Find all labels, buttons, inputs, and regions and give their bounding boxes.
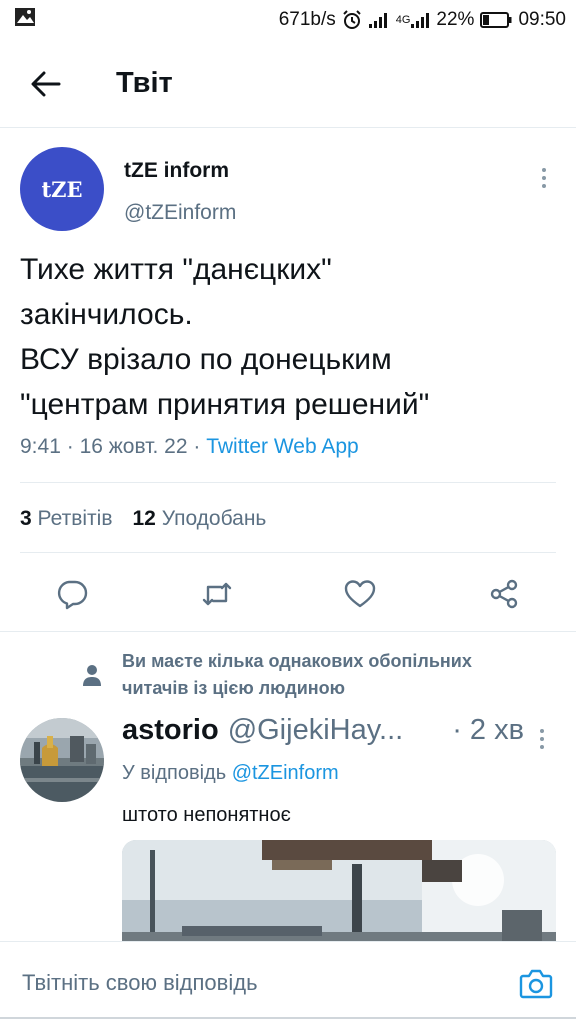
avatar-text: tZE (41, 176, 83, 202)
tweet-time: 9:41 (20, 435, 61, 458)
tweet-stats: 3 Ретвітів 12 Уподобань (20, 507, 266, 531)
share-button[interactable] (484, 574, 524, 614)
arrow-left-icon (31, 71, 61, 96)
share-icon (490, 579, 518, 609)
notice-line: Ви маєте кілька однакових обопільних (122, 651, 472, 671)
image-icon (14, 7, 36, 33)
battery-icon (480, 11, 512, 29)
reply-icon (57, 580, 88, 610)
person-icon (82, 664, 102, 693)
notice-line: читачів із цією людиною (122, 678, 346, 698)
tweet-text: Тихе життя "данєцких" закінчилось. ВСУ в… (20, 247, 560, 427)
tweet-text-line: закінчилось. (20, 298, 193, 331)
top-app-bar: Твіт (0, 40, 576, 128)
tweet-actions (0, 574, 576, 614)
status-bar: 671b/s 4G 22% 09:50 (0, 0, 576, 40)
notice-text: Ви маєте кілька однакових обопільних чит… (122, 648, 472, 702)
battery-percent: 22% (436, 9, 475, 30)
signal-icon (368, 11, 390, 29)
avatar[interactable] (20, 718, 104, 802)
separator: · (193, 435, 201, 458)
retweets-count: 3 (20, 507, 32, 530)
camera-button[interactable] (518, 966, 554, 1002)
network-speed: 671b/s (278, 9, 336, 30)
tweet-text-line: Тихе життя "данєцких" (20, 253, 332, 286)
more-options-icon[interactable] (532, 163, 556, 193)
reply-header: astorio @GijekiHay... · 2 хв (122, 714, 552, 754)
likes-count: 12 (132, 507, 156, 530)
bottom-divider (0, 1017, 576, 1019)
alarm-icon (342, 10, 362, 30)
clock: 09:50 (518, 9, 566, 30)
reply-time: · 2 хв (452, 714, 524, 746)
retweet-button[interactable] (197, 574, 237, 614)
retweets-label: Ретвітів (37, 507, 113, 530)
network-label: 4G (395, 14, 411, 26)
likes-stat[interactable]: 12 Уподобань (132, 507, 266, 531)
like-icon (344, 580, 376, 608)
tweet-date: 16 жовт. 22 (79, 435, 188, 458)
retweet-icon (202, 582, 232, 606)
tweet-text-line: "центрам принятия решений" (20, 388, 430, 421)
tweet-source-link[interactable]: Twitter Web App (206, 435, 359, 458)
replying-to-label: У відповідь (122, 762, 227, 784)
reply-author-handle[interactable]: @GijekiHay... (228, 714, 404, 747)
camera-icon (519, 969, 553, 999)
mention-link[interactable]: @tZEinform (232, 762, 339, 784)
signal-4g-icon: 4G (396, 11, 431, 29)
retweets-stat[interactable]: 3 Ретвітів (20, 507, 112, 531)
author-handle[interactable]: @tZEinform (124, 201, 236, 225)
reply-composer[interactable]: Твітніть свою відповідь (0, 941, 576, 1024)
tweet-text-line: ВСУ врізало по донецьким (20, 343, 392, 376)
page-title: Твіт (116, 67, 173, 99)
separator: · (66, 435, 74, 458)
tweet-author: tZE tZE inform @tZEinform (20, 147, 556, 233)
more-options-icon[interactable] (532, 724, 552, 754)
reply-text: штото непонятноє (122, 804, 291, 826)
avatar[interactable]: tZE (20, 147, 104, 231)
tweet-meta: 9:41 · 16 жовт. 22 · Twitter Web App (20, 435, 359, 459)
reply-author-name[interactable]: astorio (122, 714, 219, 747)
section-divider (0, 631, 576, 632)
back-button[interactable] (24, 62, 68, 106)
author-name[interactable]: tZE inform (124, 159, 229, 183)
reply-input[interactable]: Твітніть свою відповідь (22, 970, 258, 996)
replying-to: У відповідь @tZEinform (122, 762, 339, 785)
like-button[interactable] (340, 574, 380, 614)
likes-label: Уподобань (161, 507, 267, 530)
divider (20, 482, 556, 483)
divider (20, 552, 556, 553)
reply-button[interactable] (52, 574, 92, 614)
